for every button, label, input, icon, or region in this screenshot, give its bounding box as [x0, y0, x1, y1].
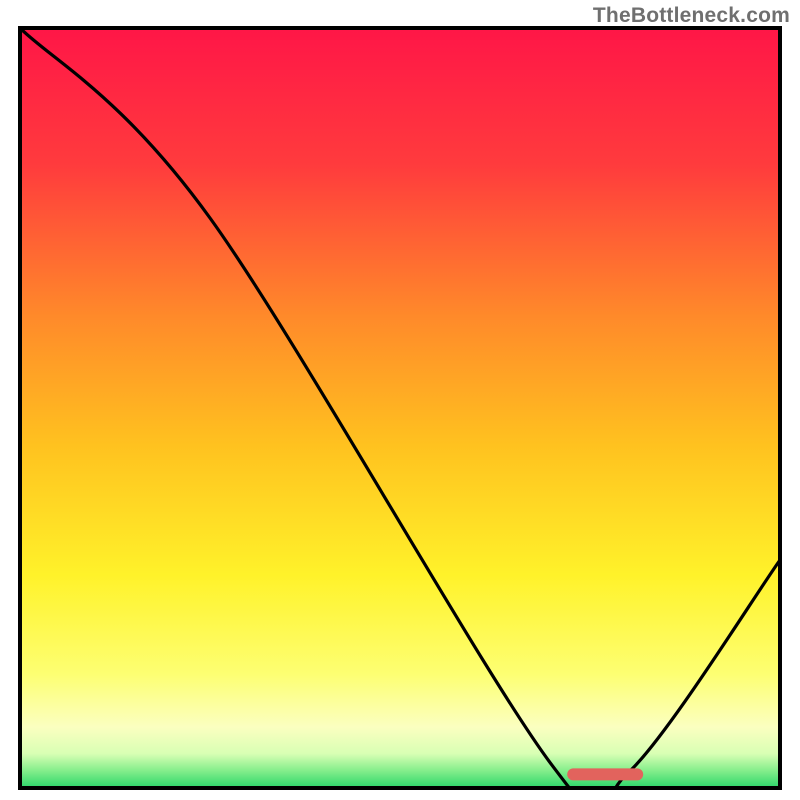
chart-container: TheBottleneck.com — [0, 0, 800, 800]
bottleneck-chart — [0, 0, 800, 800]
gradient-background — [20, 28, 780, 788]
optimum-marker — [567, 768, 643, 780]
watermark-label: TheBottleneck.com — [593, 4, 790, 28]
